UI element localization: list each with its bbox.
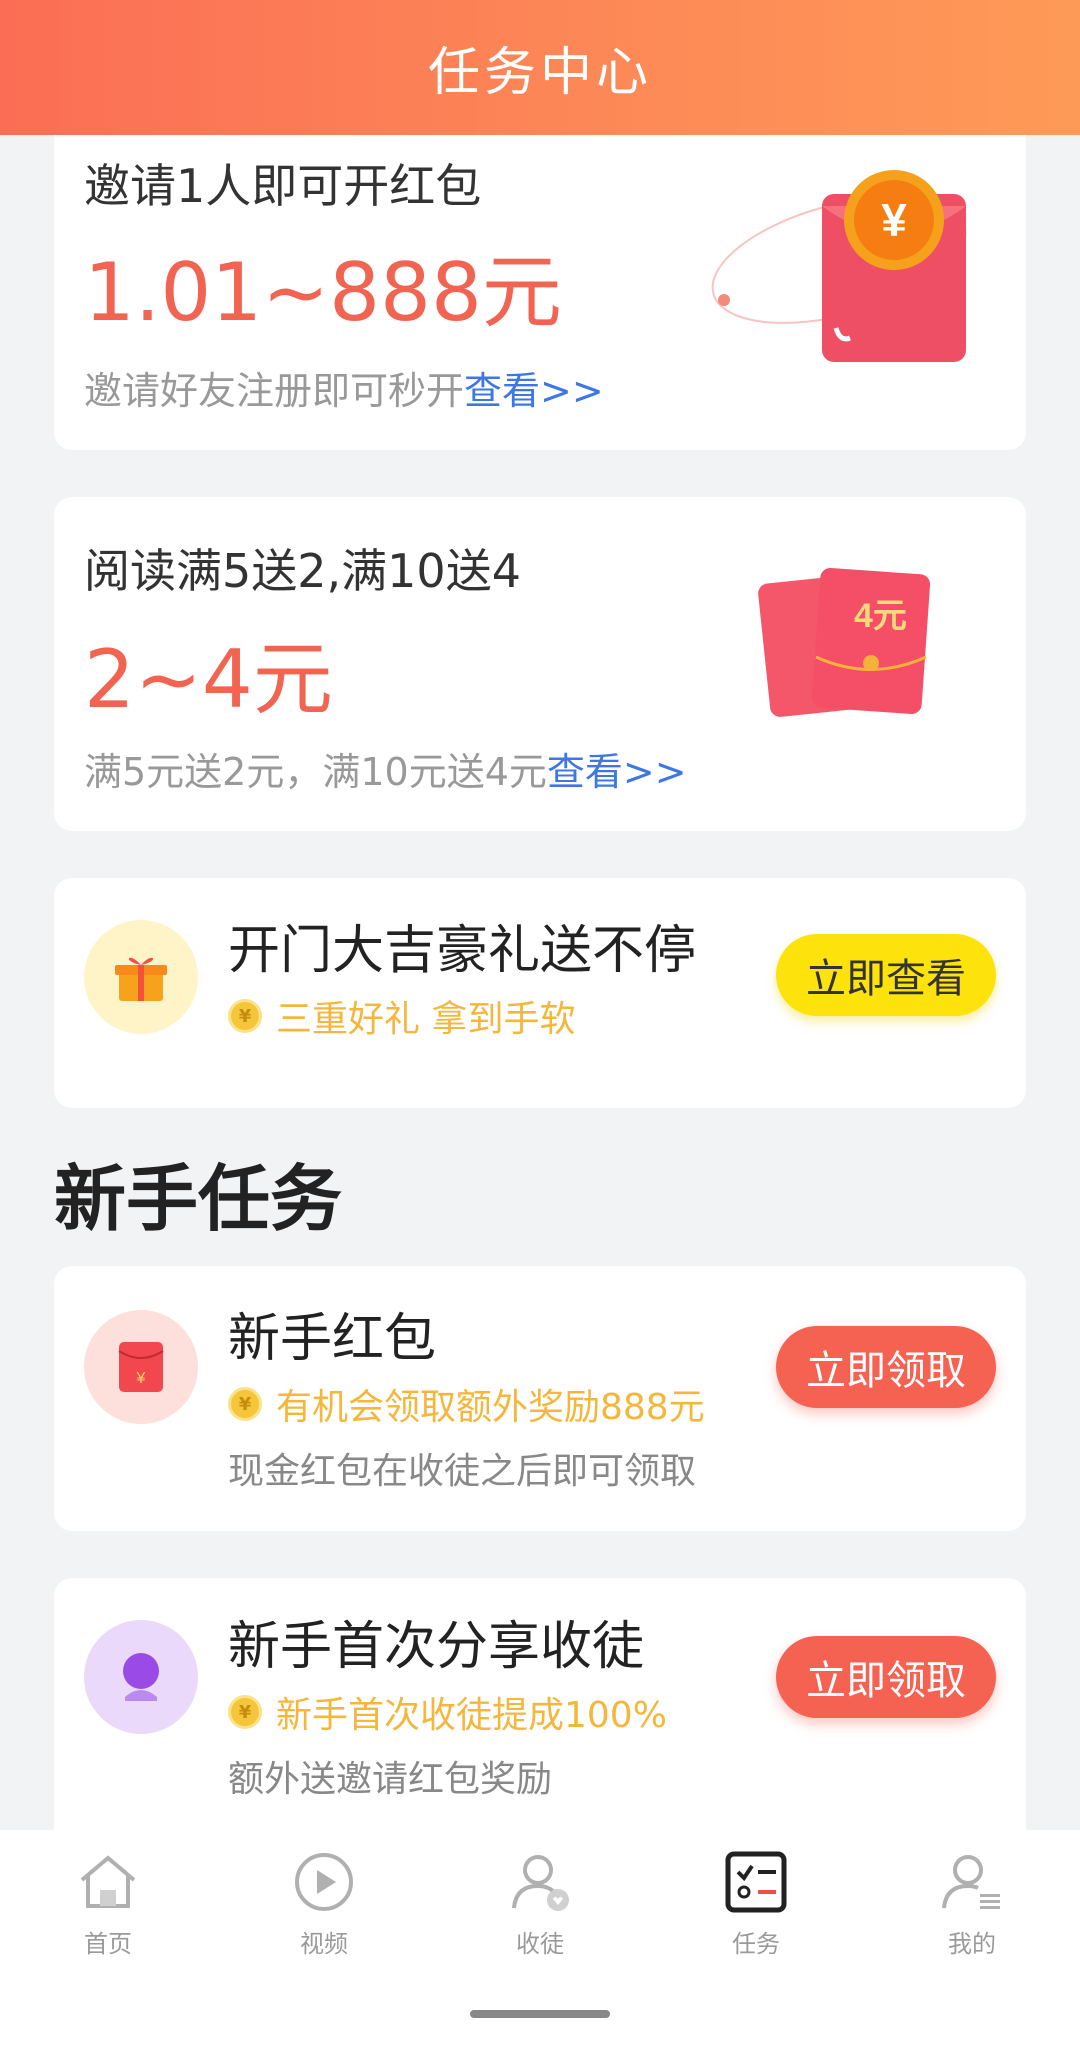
envelope-label: 4元	[854, 597, 907, 635]
tab-apprentice[interactable]: 收徒	[432, 1850, 648, 1959]
redpacket-icon-circle: ¥	[84, 1310, 198, 1424]
task-list-icon	[725, 1851, 787, 1913]
red-envelope-coin-icon: ¥	[711, 170, 967, 362]
promo-desc-text: 邀请好友注册即可秒开	[84, 369, 465, 413]
tab-label: 首页	[84, 1930, 132, 1958]
promo-amount: 1.01~888元	[84, 246, 562, 339]
view-link[interactable]: 查看>>	[547, 750, 687, 794]
coin-icon: ¥	[228, 999, 262, 1033]
play-icon	[295, 1853, 353, 1911]
tab-label: 视频	[300, 1930, 348, 1958]
promo-title: 阅读满5送2,满10送4	[84, 544, 521, 598]
view-now-button[interactable]: 立即查看	[776, 934, 996, 1016]
coin-icon: ¥	[228, 1695, 262, 1729]
featured-subtitle-text: 三重好礼 拿到手软	[276, 999, 576, 1040]
view-link[interactable]: 查看>>	[464, 369, 604, 413]
user-heart-icon	[512, 1855, 569, 1911]
user-profile-icon	[942, 1855, 1000, 1909]
promo-title: 邀请1人即可开红包	[84, 159, 482, 213]
task-subtitle: ¥ 有机会领取额外奖励888元	[228, 1378, 705, 1430]
home-indicator[interactable]	[470, 2010, 610, 2018]
svg-text:¥: ¥	[136, 1370, 146, 1387]
gift-icon	[115, 957, 167, 1001]
avatar-icon	[123, 1653, 159, 1701]
task-card-newbie-redpacket: ¥ 新手红包 ¥ 有机会领取额外奖励888元 现金红包在收徒之后即可领取 立即领…	[54, 1266, 1026, 1531]
promo-desc: 满5元送2元，满10元送4元查看>>	[84, 741, 687, 796]
promo-desc-text: 满5元送2元，满10元送4元	[84, 750, 547, 794]
home-icon	[80, 1855, 136, 1908]
page-title: 任务中心	[427, 43, 652, 103]
gift-icon-circle	[84, 920, 198, 1034]
task-title: 新手红包	[228, 1309, 437, 1369]
tab-tasks[interactable]: 任务	[648, 1850, 864, 1959]
header-bar: 任务中心	[0, 0, 1080, 135]
task-subtitle-text: 有机会领取额外奖励888元	[276, 1387, 705, 1428]
tab-label: 任务	[732, 1930, 780, 1958]
task-title: 新手首次分享收徒	[228, 1617, 645, 1677]
featured-title: 开门大吉豪礼送不停	[228, 921, 697, 981]
promo-amount: 2~4元	[84, 633, 333, 726]
svg-text:¥: ¥	[881, 194, 907, 246]
tab-video[interactable]: 视频	[216, 1850, 432, 1959]
claim-now-button[interactable]: 立即领取	[776, 1326, 996, 1408]
promo-card-read[interactable]: 阅读满5送2,满10送4 2~4元 满5元送2元，满10元送4元查看>> 4元	[54, 497, 1026, 831]
task-note: 额外送邀请红包奖励	[228, 1759, 553, 1800]
coin-icon: ¥	[228, 1387, 262, 1421]
tab-label: 收徒	[516, 1930, 564, 1958]
task-note: 现金红包在收徒之后即可领取	[228, 1451, 697, 1492]
promo-desc: 邀请好友注册即可秒开查看>>	[84, 360, 604, 415]
promo-card-invite[interactable]: 邀请1人即可开红包 1.01~888元 邀请好友注册即可秒开查看>> ¥	[54, 110, 1026, 450]
avatar-icon-circle	[84, 1620, 198, 1734]
section-title: 新手任务	[54, 1157, 343, 1241]
double-red-envelope-icon: 4元	[758, 568, 931, 717]
red-packet-icon: ¥	[118, 1342, 164, 1392]
featured-card[interactable]: 开门大吉豪礼送不停 ¥ 三重好礼 拿到手软 立即查看	[54, 878, 1026, 1108]
featured-subtitle: ¥ 三重好礼 拿到手软	[228, 990, 575, 1042]
task-subtitle: ¥ 新手首次收徒提成100%	[228, 1686, 667, 1738]
tab-label: 我的	[948, 1930, 996, 1958]
tab-home[interactable]: 首页	[0, 1850, 216, 1959]
tab-mine[interactable]: 我的	[864, 1850, 1080, 1959]
claim-now-button[interactable]: 立即领取	[776, 1636, 996, 1718]
task-subtitle-text: 新手首次收徒提成100%	[276, 1695, 667, 1736]
bottom-tab-bar: 首页 视频 收徒 任务 我的	[0, 1830, 1080, 2062]
